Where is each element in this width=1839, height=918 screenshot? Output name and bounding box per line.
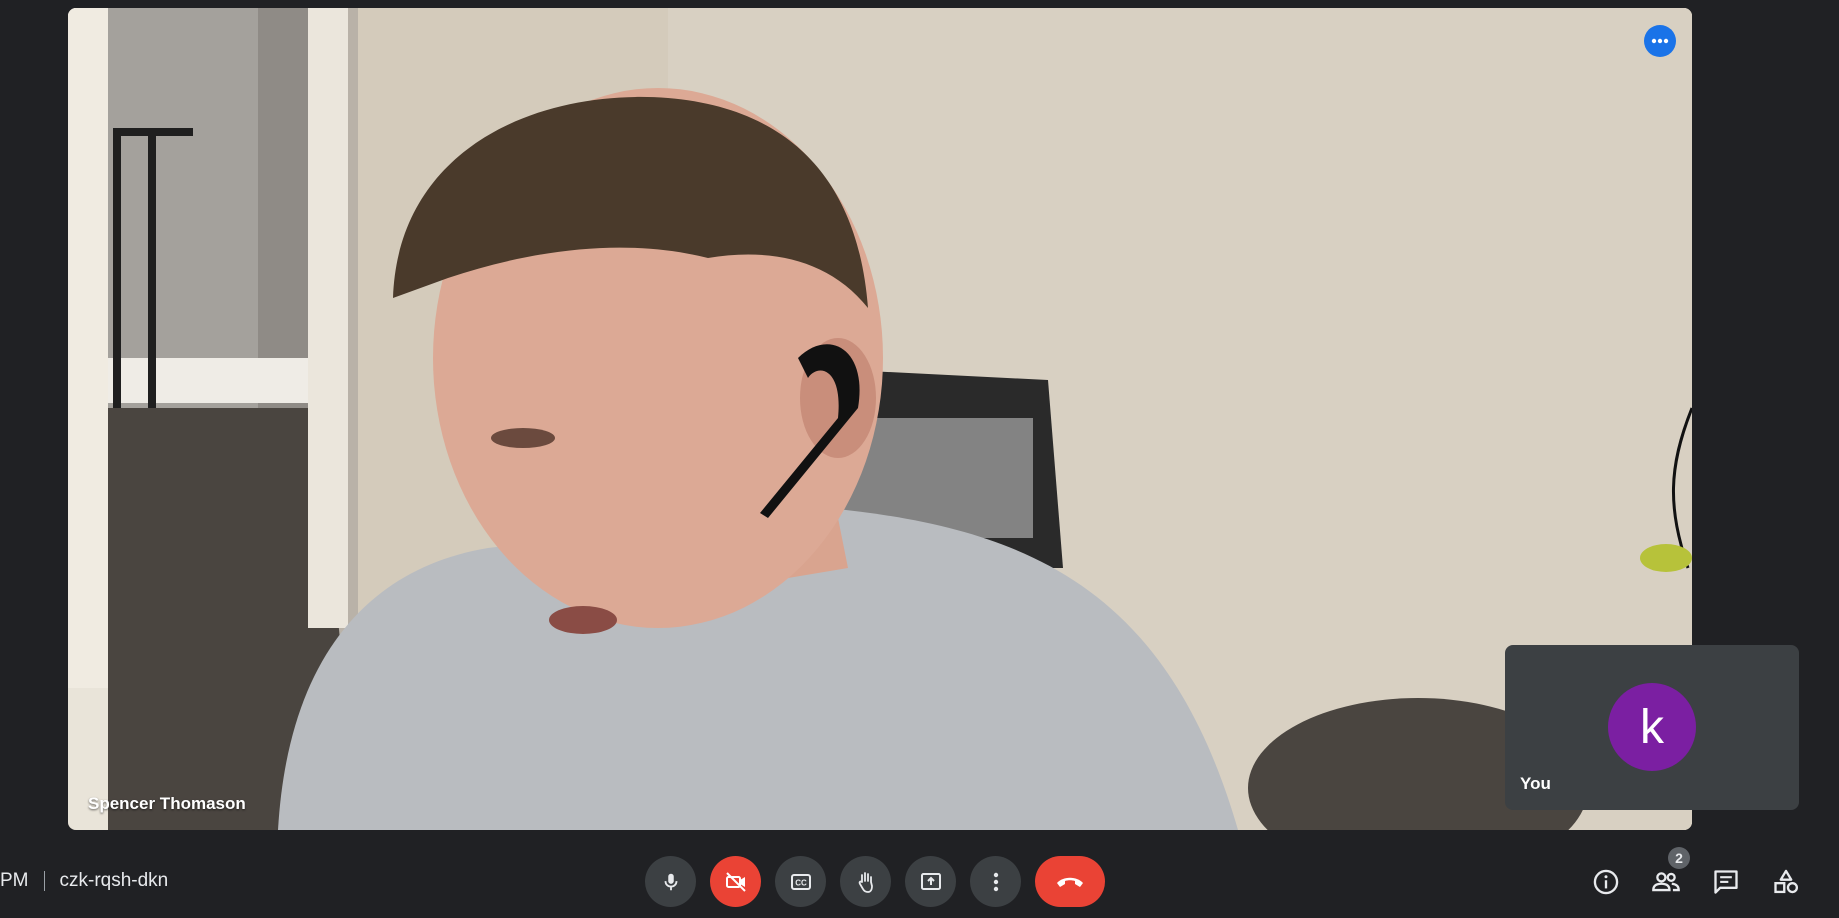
shapes-icon <box>1774 869 1799 894</box>
main-participant-tile[interactable]: Spencer Thomason <box>68 8 1692 830</box>
side-panel-controls: 2 <box>0 847 1839 904</box>
chat-button[interactable] <box>1704 860 1748 904</box>
participant-video-feed <box>68 8 1692 830</box>
more-horizontal-icon <box>1651 38 1669 44</box>
bottom-control-bar: PM czk-rqsh-dkn CC 2 <box>0 838 1839 918</box>
activities-button[interactable] <box>1764 860 1808 904</box>
avatar: k <box>1608 683 1696 771</box>
meeting-details-button[interactable] <box>1584 860 1628 904</box>
self-view-label: You <box>1520 774 1551 793</box>
meet-call-window: Spencer Thomason k You PM czk-rqsh-dkn C… <box>0 0 1839 918</box>
people-count-badge: 2 <box>1668 847 1690 869</box>
info-icon <box>1593 869 1619 895</box>
tile-options-button[interactable] <box>1644 25 1676 57</box>
self-view-tile[interactable]: k You <box>1505 645 1799 810</box>
participant-name-label: Spencer Thomason <box>88 794 246 813</box>
people-button[interactable]: 2 <box>1644 847 1690 904</box>
people-icon <box>1652 872 1680 892</box>
chat-icon <box>1714 870 1738 894</box>
